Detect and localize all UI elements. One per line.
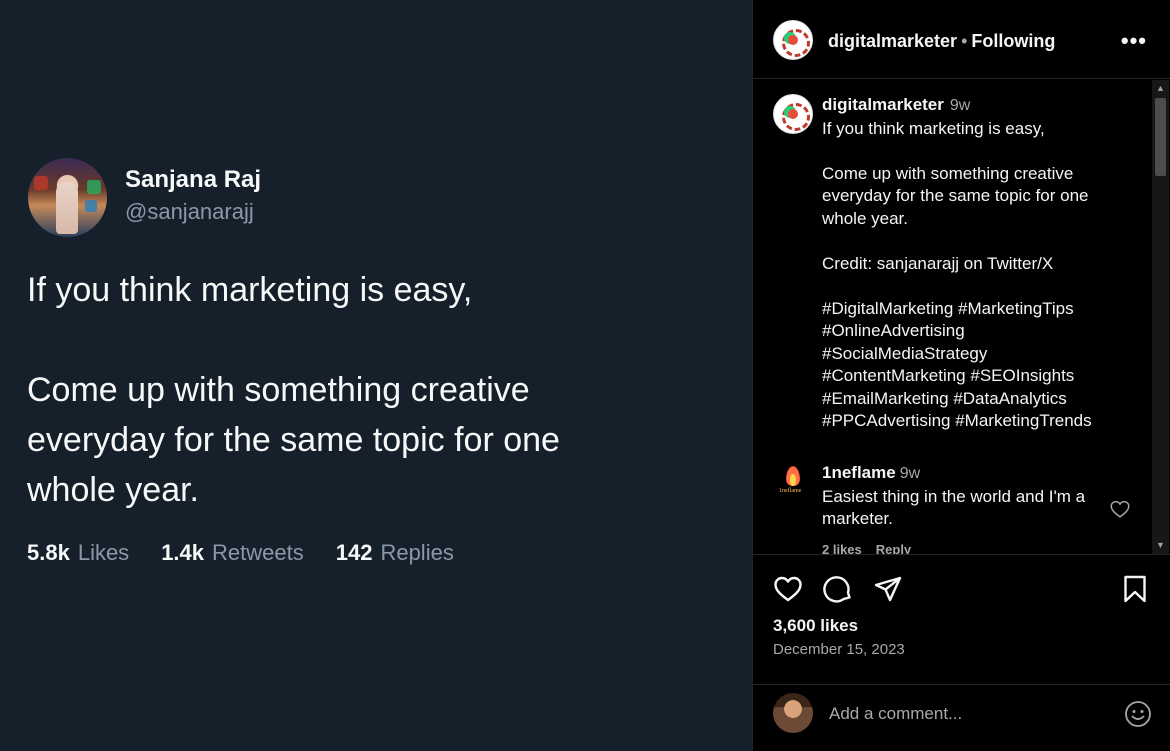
share-icon[interactable] — [872, 573, 904, 605]
stat-label: Replies — [380, 540, 454, 565]
likes-count[interactable]: 3,600 likes — [773, 616, 858, 636]
caption-time[interactable]: 9w — [950, 97, 970, 114]
comment-reply-link[interactable]: Reply — [876, 542, 911, 554]
comment-time[interactable]: 9w — [900, 465, 920, 482]
comment-line: marketer. — [822, 509, 893, 528]
scrollbar[interactable]: ▲ ▼ — [1152, 80, 1169, 554]
current-user-avatar — [773, 693, 813, 733]
post-header: digitalmarketer • Following ••• — [753, 0, 1170, 79]
tweet-stat-retweets: 1.4k Retweets — [161, 540, 304, 566]
caption: digitalmarketer 9w If you think marketing… — [822, 94, 1142, 433]
tweet-author-name: Sanjana Raj — [125, 166, 262, 193]
comment-username[interactable]: 1neflame — [822, 463, 896, 482]
hashtag-line[interactable]: #EmailMarketing #DataAnalytics — [822, 388, 1142, 411]
comment-meta: 2 likes Reply — [822, 542, 925, 554]
caption-avatar[interactable] — [773, 94, 813, 134]
tweet-text: If you think marketing is easy, Come up … — [27, 265, 727, 515]
tweet-author-handle: @sanjanarajj — [125, 199, 254, 224]
post-date: December 15, 2023 — [773, 641, 905, 658]
commenter-avatar[interactable]: 1neflame — [773, 462, 813, 502]
hashtag-line[interactable]: #PPCAdvertising #MarketingTrends — [822, 410, 1142, 433]
tweet-line: Come up with something creative — [27, 371, 530, 409]
tweet-image: Sanjana Raj @sanjanarajj If you think ma… — [0, 0, 752, 751]
bookmark-icon[interactable] — [1119, 573, 1151, 605]
tweet-line: everyday for the same topic for one — [27, 421, 560, 459]
comment-icon[interactable] — [822, 573, 854, 605]
scroll-up-arrow-icon[interactable]: ▲ — [1152, 80, 1169, 97]
caption-line: everyday for the same topic for one — [822, 186, 1089, 205]
scrollbar-thumb[interactable] — [1155, 98, 1166, 176]
stat-value: 142 — [335, 540, 373, 565]
stat-label: Retweets — [212, 540, 304, 565]
caption-username[interactable]: digitalmarketer — [822, 95, 944, 114]
add-comment-bar — [753, 684, 1170, 751]
tweet-author-avatar — [28, 158, 107, 237]
stat-value: 1.4k — [161, 540, 205, 565]
stat-value: 5.8k — [27, 540, 70, 565]
header-username[interactable]: digitalmarketer — [828, 31, 957, 51]
tweet-line: If you think marketing is easy, — [27, 271, 473, 309]
comment-line: Easiest thing in the world and I'm a — [822, 486, 1086, 506]
add-comment-input[interactable] — [829, 699, 1099, 729]
comments-scroll-area[interactable]: digitalmarketer 9w If you think marketing… — [753, 80, 1170, 554]
tweet-stats: 5.8k Likes 1.4k Retweets 142 Replies — [27, 540, 454, 566]
scroll-down-arrow-icon[interactable]: ▼ — [1152, 537, 1169, 554]
hashtag-line[interactable]: #OnlineAdvertising — [822, 320, 1142, 343]
comment-likes-link[interactable]: 2 likes — [822, 542, 862, 554]
post-actions: 3,600 likes December 15, 2023 — [753, 554, 1170, 684]
hashtag-line[interactable]: #SocialMediaStrategy — [822, 343, 1142, 366]
header-separator: • — [961, 31, 968, 51]
header-user: digitalmarketer • Following — [828, 31, 1055, 52]
comment-like-heart-icon[interactable] — [1109, 498, 1131, 520]
tweet-stat-likes: 5.8k Likes — [27, 540, 129, 566]
tweet-stat-replies: 142 Replies — [336, 540, 454, 566]
following-button[interactable]: Following — [971, 31, 1055, 51]
caption-line: Come up with something creative — [822, 163, 1074, 183]
caption-line: whole year. — [822, 208, 908, 228]
more-horizontal-icon[interactable]: ••• — [1121, 28, 1147, 54]
caption-line: Credit: sanjanarajj on Twitter/X — [822, 253, 1054, 273]
caption-line: If you think marketing is easy, — [822, 118, 1045, 138]
comment: 1neflame 9w Easiest thing in the world an… — [822, 462, 1112, 531]
hashtag-line[interactable]: #DigitalMarketing #MarketingTips — [822, 298, 1142, 321]
stat-label: Likes — [77, 540, 130, 565]
hashtag-line[interactable]: #ContentMarketing #SEOInsights — [822, 365, 1142, 388]
post-sidebar: digitalmarketer • Following ••• digitalmar… — [752, 0, 1170, 751]
flame-icon — [786, 466, 800, 486]
heart-icon[interactable] — [772, 573, 804, 605]
smile-icon[interactable] — [1123, 699, 1153, 729]
profile-avatar[interactable] — [773, 20, 813, 60]
tweet-line: whole year. — [27, 471, 199, 509]
